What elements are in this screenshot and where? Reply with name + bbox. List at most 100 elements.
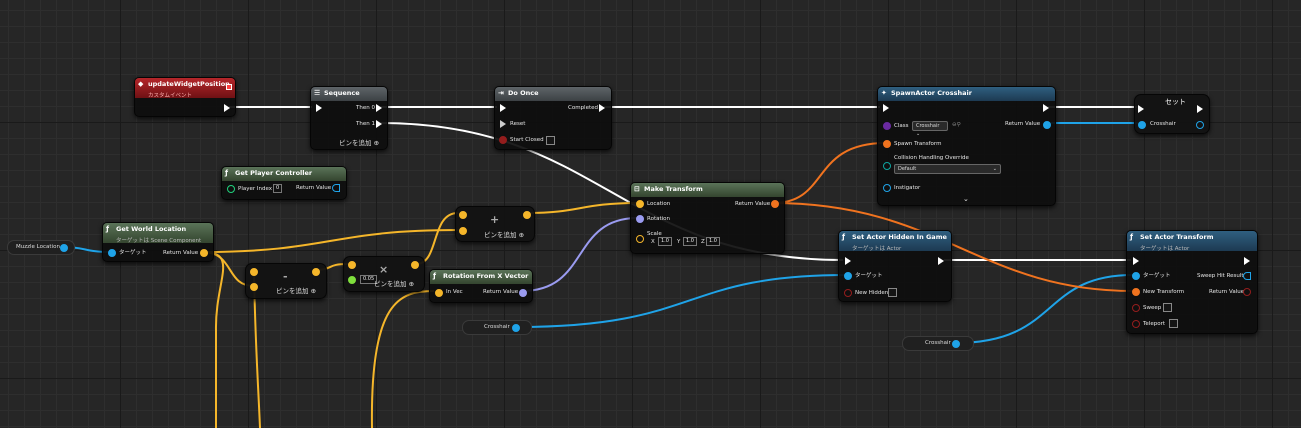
- expand-chevron-icon[interactable]: ⌄: [963, 195, 969, 203]
- return-value-pin[interactable]: [1243, 288, 1251, 296]
- sweep-checkbox[interactable]: [1163, 303, 1172, 312]
- result-pin[interactable]: [312, 268, 320, 276]
- exec-out-pin[interactable]: [1197, 105, 1203, 113]
- exec-out-pin[interactable]: [938, 257, 944, 265]
- return-value-pin[interactable]: [1043, 121, 1051, 129]
- crosshair-in-pin[interactable]: [1138, 121, 1146, 129]
- teleport-checkbox[interactable]: [1169, 319, 1178, 328]
- chevron-down-icon: ⌄: [916, 131, 921, 137]
- add-pin-button[interactable]: ピンを追加 ⊕: [276, 285, 316, 295]
- exec-in-pin[interactable]: [500, 104, 506, 112]
- exec-in-pin[interactable]: [1133, 257, 1139, 265]
- player-index-input[interactable]: 0: [273, 184, 283, 193]
- return-value-label: Return Value: [1005, 121, 1041, 127]
- node-title: Rotation From X Vector: [443, 272, 529, 280]
- reset-pin[interactable]: [500, 120, 506, 128]
- node-header: ƒ Get Player Controller: [222, 167, 346, 181]
- new-transform-pin[interactable]: [1132, 288, 1140, 296]
- node-title: Get World Location: [116, 225, 187, 233]
- crosshair-variable[interactable]: Crosshair: [902, 336, 974, 351]
- return-value-pin[interactable]: [771, 200, 779, 208]
- subtract-vector-node[interactable]: - ピンを追加 ⊕: [245, 263, 327, 299]
- multiply-vector-node[interactable]: 0.05 × ピンを追加 ⊕: [343, 256, 425, 292]
- add-pin-button[interactable]: ピンを追加 ⊕: [339, 137, 379, 147]
- result-pin[interactable]: [411, 261, 419, 269]
- instigator-pin[interactable]: [883, 184, 891, 192]
- target-pin[interactable]: [1132, 272, 1140, 280]
- event-icon: ◆: [138, 80, 144, 88]
- return-value-pin[interactable]: [200, 249, 208, 257]
- variable-out-pin[interactable]: [952, 340, 960, 348]
- exec-in-pin[interactable]: [883, 104, 889, 112]
- spawn-actor-node[interactable]: ✦ SpawnActor Crosshair Class Crosshair ⌄…: [877, 86, 1056, 206]
- crosshair-variable[interactable]: Crosshair: [462, 320, 532, 335]
- b-pin[interactable]: [459, 227, 467, 235]
- exec-in-pin[interactable]: [1138, 105, 1144, 113]
- delegate-pin[interactable]: [226, 84, 232, 90]
- return-value-pin[interactable]: [519, 289, 527, 297]
- a-pin[interactable]: [250, 268, 258, 276]
- sweep-hit-pin[interactable]: [1243, 272, 1251, 280]
- then0-pin[interactable]: [376, 104, 382, 112]
- scale-pin[interactable]: [636, 235, 644, 243]
- then1-pin[interactable]: [376, 120, 382, 128]
- scale-x-input[interactable]: 1.0: [658, 237, 672, 246]
- b-pin[interactable]: [348, 276, 356, 284]
- scale-z-input[interactable]: 1.0: [706, 237, 720, 246]
- make-transform-node[interactable]: ⊟ Make Transform Location Return Value R…: [630, 182, 785, 254]
- set-actor-transform-node[interactable]: ƒ Set Actor Transform ターゲットは Actor ターゲット…: [1126, 230, 1258, 334]
- return-value-pin[interactable]: [332, 184, 340, 192]
- spawn-transform-pin[interactable]: [883, 140, 891, 148]
- custom-event-node[interactable]: ◆ updateWidgetPosition カスタムイベント: [134, 77, 236, 117]
- variable-out-pin[interactable]: [512, 324, 520, 332]
- exec-in-pin[interactable]: [316, 104, 322, 112]
- class-dropdown[interactable]: Crosshair ⌄: [912, 121, 948, 137]
- target-pin[interactable]: [844, 272, 852, 280]
- blueprint-graph-canvas[interactable]: ◆ updateWidgetPosition カスタムイベント ☰ Sequen…: [0, 0, 1301, 428]
- get-world-location-node[interactable]: ƒ Get World Location ターゲットは Scene Compon…: [102, 222, 214, 262]
- do-once-node[interactable]: ⇥ Do Once Completed Reset Start Closed: [494, 86, 612, 150]
- start-closed-pin[interactable]: [499, 136, 507, 144]
- add-pin-icon: ⊕: [373, 139, 380, 147]
- class-value: Crosshair: [916, 123, 940, 129]
- scale-y-input[interactable]: 1.0: [683, 237, 697, 246]
- in-vec-pin[interactable]: [435, 289, 443, 297]
- get-player-controller-node[interactable]: ƒ Get Player Controller Player Index 0 R…: [221, 166, 347, 200]
- start-closed-checkbox[interactable]: [546, 136, 555, 145]
- variable-out-pin[interactable]: [60, 244, 68, 252]
- b-pin[interactable]: [250, 283, 258, 291]
- a-pin[interactable]: [348, 261, 356, 269]
- new-hidden-pin[interactable]: [844, 289, 852, 297]
- target-pin[interactable]: [108, 249, 116, 257]
- exec-in-pin[interactable]: [845, 257, 851, 265]
- collision-pin[interactable]: [883, 162, 891, 170]
- teleport-pin[interactable]: [1132, 320, 1140, 328]
- new-hidden-checkbox[interactable]: [888, 288, 897, 297]
- location-pin[interactable]: [636, 200, 644, 208]
- rotation-pin[interactable]: [636, 215, 644, 223]
- exec-out-pin[interactable]: [1244, 257, 1250, 265]
- completed-pin[interactable]: [599, 104, 605, 112]
- player-index-pin[interactable]: [227, 185, 235, 193]
- set-actor-hidden-node[interactable]: ƒ Set Actor Hidden In Game ターゲットは Actor …: [838, 230, 952, 302]
- return-value-label: Return Value: [1209, 289, 1245, 295]
- add-vector-node[interactable]: + ピンを追加 ⊕: [455, 206, 535, 242]
- vector-wire: [527, 202, 639, 214]
- browse-icon[interactable]: ⊖⚲: [952, 121, 961, 129]
- add-pin-button[interactable]: ピンを追加 ⊕: [484, 229, 524, 239]
- a-pin[interactable]: [459, 211, 467, 219]
- rotation-from-x-vector-node[interactable]: ƒ Rotation From X Vector In Vec Return V…: [429, 269, 533, 303]
- sweep-pin[interactable]: [1132, 304, 1140, 312]
- crosshair-out-pin[interactable]: [1196, 121, 1204, 129]
- collision-dropdown[interactable]: Default ⌄: [894, 164, 1001, 174]
- muzzle-location-variable[interactable]: Muzzle Location: [7, 240, 75, 255]
- add-pin-button[interactable]: ピンを追加 ⊕: [374, 278, 414, 288]
- do-once-icon: ⇥: [498, 89, 504, 97]
- completed-label: Completed: [568, 105, 598, 111]
- set-variable-node[interactable]: セット Crosshair: [1134, 94, 1210, 134]
- class-pin[interactable]: [883, 122, 891, 130]
- sequence-node[interactable]: ☰ Sequence Then 0 Then 1 ピンを追加 ⊕: [310, 86, 388, 150]
- exec-out-pin[interactable]: [224, 104, 230, 112]
- exec-out-pin[interactable]: [1043, 104, 1049, 112]
- result-pin[interactable]: [523, 211, 531, 219]
